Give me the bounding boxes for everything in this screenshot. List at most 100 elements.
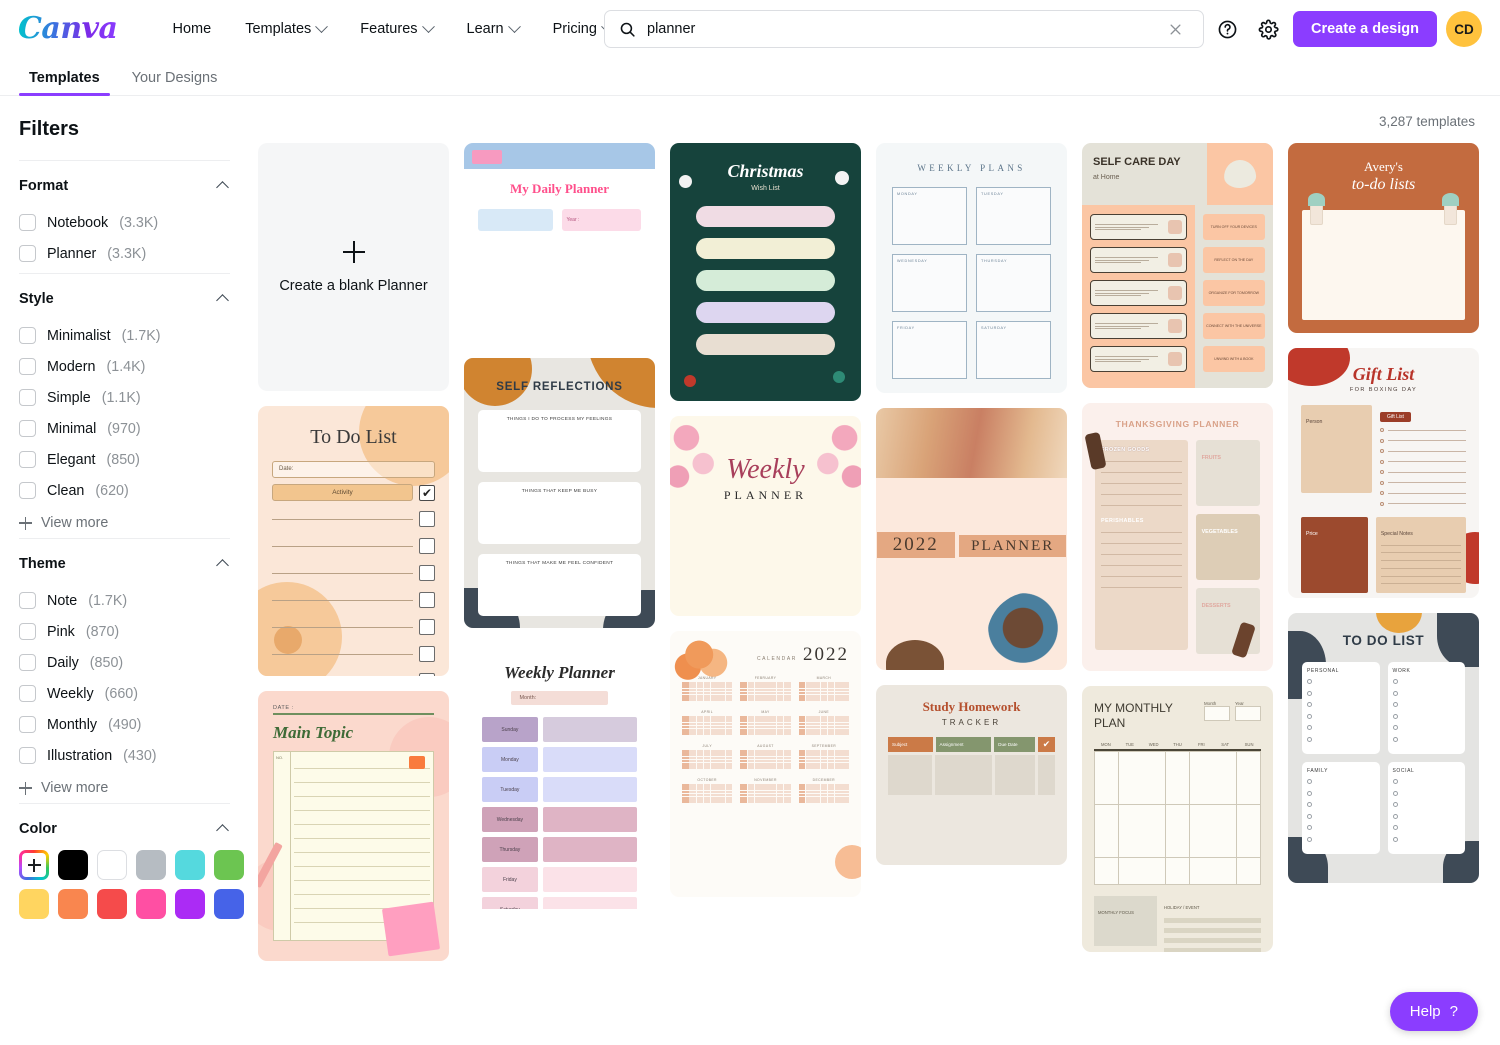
weekly-plan-box[interactable]: FRIDAY <box>892 321 967 379</box>
filter-option-note[interactable]: Note (1.7K) <box>19 585 230 616</box>
calendar-cell[interactable] <box>1118 804 1142 831</box>
checkbox[interactable] <box>19 592 36 609</box>
checkbox[interactable] <box>19 716 36 733</box>
calendar-cell[interactable] <box>1118 778 1142 805</box>
calendar-cell[interactable] <box>1236 831 1260 858</box>
checkbox[interactable] <box>19 623 36 640</box>
nav-item-learn[interactable]: Learn <box>450 13 536 45</box>
calendar-cell[interactable] <box>1236 804 1260 831</box>
view-more-theme-button[interactable]: View more <box>19 771 230 799</box>
template-card-my-daily-planner-cherry[interactable]: My Daily Planner Year : <box>464 143 655 343</box>
day-field[interactable] <box>542 897 637 909</box>
template-card-thanksgiving-planner[interactable]: THANKSGIVING PLANNER FROZEN GOODS PERISH… <box>1082 403 1273 671</box>
template-card-to-do-list-abstract[interactable]: TO DO LIST PERSONAL WORK FAMILY SOCIAL <box>1288 613 1479 883</box>
filter-option-monthly[interactable]: Monthly (490) <box>19 709 230 740</box>
calendar-cell[interactable] <box>1118 751 1142 778</box>
weekly-plan-box[interactable]: TUESDAY <box>976 187 1051 245</box>
filter-option-clean[interactable]: Clean (620) <box>19 475 230 506</box>
template-card-calendar-2022[interactable]: CALENDAR 2022 JANUARYFEBRUARYMARCHAPRILM… <box>670 631 861 897</box>
template-card-main-topic[interactable]: DATE : Main Topic NO. <box>258 691 449 961</box>
calendar-cell[interactable] <box>1213 751 1237 778</box>
checkbox[interactable] <box>19 389 36 406</box>
day-field[interactable] <box>542 807 637 832</box>
tab-templates[interactable]: Templates <box>19 70 110 96</box>
search-input[interactable] <box>636 21 1159 37</box>
calendar-cell[interactable] <box>1142 778 1166 805</box>
nav-item-templates[interactable]: Templates <box>228 13 343 45</box>
color-swatch-blue[interactable] <box>214 889 244 919</box>
calendar-cell[interactable] <box>1213 857 1237 884</box>
calendar-cell[interactable] <box>1095 804 1119 831</box>
filter-option-simple[interactable]: Simple (1.1K) <box>19 382 230 413</box>
filter-section-header-color[interactable]: Color <box>19 821 230 837</box>
template-card-to-do-list-floral[interactable]: To Do List Date: Activity ✔ <box>258 406 449 676</box>
weekly-plan-box[interactable]: MONDAY <box>892 187 967 245</box>
color-swatch-green[interactable] <box>214 850 244 880</box>
checkbox[interactable] <box>19 685 36 702</box>
color-swatch-white[interactable] <box>97 850 127 880</box>
filter-section-header-theme[interactable]: Theme <box>19 556 230 572</box>
checkbox[interactable] <box>19 214 36 231</box>
checkbox[interactable] <box>19 482 36 499</box>
checkbox[interactable] <box>19 747 36 764</box>
calendar-cell[interactable] <box>1236 751 1260 778</box>
filter-section-header-format[interactable]: Format <box>19 178 230 194</box>
calendar-cell[interactable] <box>1213 831 1237 858</box>
template-card-self-care-day[interactable]: SELF CARE DAY at Home TURN OFF YOUR DEVI… <box>1082 143 1273 388</box>
color-swatch-gray[interactable] <box>136 850 166 880</box>
template-card-christmas-wish-list[interactable]: Christmas Wish List <box>670 143 861 401</box>
help-button[interactable]: Help ? <box>1389 992 1478 1031</box>
calendar-cell[interactable] <box>1165 857 1190 884</box>
template-card-weekly-planner-pastel[interactable]: Weekly Planner Month: Sunday Monday Tuesda… <box>464 643 655 909</box>
template-card-weekly-planner-floral[interactable]: Weekly PLANNER <box>670 416 861 616</box>
filter-option-modern[interactable]: Modern (1.4K) <box>19 351 230 382</box>
checkbox[interactable] <box>19 245 36 262</box>
template-card-my-monthly-plan[interactable]: MY MONTHLY PLAN Month Year MON TUE WED THU F… <box>1082 686 1273 952</box>
calendar-cell[interactable] <box>1095 857 1119 884</box>
color-swatch-yellow[interactable] <box>19 889 49 919</box>
color-swatch-cyan[interactable] <box>175 850 205 880</box>
color-swatch-purple[interactable] <box>175 889 205 919</box>
gear-icon[interactable] <box>1252 13 1284 45</box>
day-field[interactable] <box>542 777 637 802</box>
filter-option-daily[interactable]: Daily (850) <box>19 647 230 678</box>
calendar-cell[interactable] <box>1095 831 1119 858</box>
day-field[interactable] <box>542 747 637 772</box>
avatar[interactable]: CD <box>1446 11 1482 47</box>
template-card-self-reflections[interactable]: SELF REFLECTIONS THINGS I DO TO PROCESS … <box>464 358 655 628</box>
search-bar[interactable] <box>604 10 1204 48</box>
calendar-cell[interactable] <box>1236 778 1260 805</box>
template-card-planner-2022-food[interactable]: 2022 PLANNER <box>876 408 1067 670</box>
filter-option-notebook[interactable]: Notebook (3.3K) <box>19 207 230 238</box>
filter-section-header-style[interactable]: Style <box>19 291 230 307</box>
day-field[interactable] <box>542 717 637 742</box>
color-swatch-pink[interactable] <box>136 889 166 919</box>
weekly-plan-box[interactable]: SATURDAY <box>976 321 1051 379</box>
filter-option-weekly[interactable]: Weekly (660) <box>19 678 230 709</box>
calendar-cell[interactable] <box>1189 857 1213 884</box>
create-blank-planner-button[interactable]: Create a blank Planner <box>258 143 449 391</box>
calendar-cell[interactable] <box>1189 751 1213 778</box>
filter-option-minimalist[interactable]: Minimalist (1.7K) <box>19 320 230 351</box>
filter-option-planner[interactable]: Planner (3.3K) <box>19 238 230 269</box>
calendar-cell[interactable] <box>1189 778 1213 805</box>
checkbox[interactable] <box>19 420 36 437</box>
template-card-averys-to-do-lists[interactable]: Avery's to-do lists <box>1288 143 1479 333</box>
calendar-cell[interactable] <box>1142 857 1166 884</box>
clear-search-icon[interactable] <box>1159 13 1191 45</box>
template-card-gift-list[interactable]: Gift List FOR BOXING DAY Person Gift Lis… <box>1288 348 1479 598</box>
template-card-weekly-plans[interactable]: WEEKLY PLANS MONDAY TUESDAY WEDNESDAY THURS… <box>876 143 1067 393</box>
weekly-plan-box[interactable]: WEDNESDAY <box>892 254 967 312</box>
calendar-cell[interactable] <box>1213 778 1237 805</box>
calendar-cell[interactable] <box>1118 857 1142 884</box>
checkbox[interactable] <box>19 654 36 671</box>
color-swatch-red[interactable] <box>97 889 127 919</box>
color-swatch-orange[interactable] <box>58 889 88 919</box>
calendar-cell[interactable] <box>1165 778 1190 805</box>
calendar-cell[interactable] <box>1118 831 1142 858</box>
calendar-cell[interactable] <box>1189 804 1213 831</box>
help-circle-icon[interactable] <box>1211 13 1243 45</box>
calendar-cell[interactable] <box>1189 831 1213 858</box>
calendar-cell[interactable] <box>1142 804 1166 831</box>
create-a-design-button[interactable]: Create a design <box>1293 11 1437 47</box>
